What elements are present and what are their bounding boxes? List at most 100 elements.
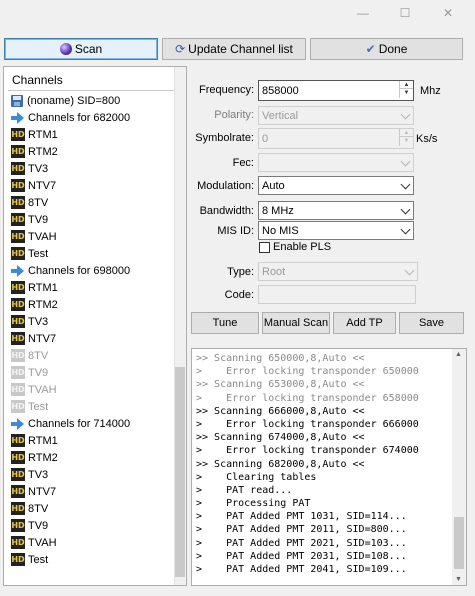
tree-item[interactable]: HD TV3 (11, 160, 172, 177)
tree-item-label: RTM2 (28, 451, 58, 464)
log-line: > Error locking transponder 666000 (196, 418, 419, 430)
scroll-down-icon[interactable]: ▼ (455, 576, 462, 583)
bandwidth-select[interactable]: 8 MHz (258, 201, 414, 220)
tree-group[interactable]: Channels for 698000 (11, 262, 172, 279)
done-button[interactable]: ✔ Done (310, 38, 463, 60)
tree-item[interactable]: HD RTM2 (11, 143, 172, 160)
tree-item-label: RTM1 (28, 128, 58, 141)
polarity-select[interactable]: Vertical (258, 106, 414, 125)
frequency-input[interactable]: 858000 ▲ ▼ (258, 80, 414, 101)
log-line: > Error locking transponder 674000 (196, 445, 419, 457)
tree-item-label: TV3 (28, 162, 49, 175)
tree-scrollbar[interactable] (174, 67, 186, 585)
add-tp-button[interactable]: Add TP (333, 312, 396, 334)
tree-item-label: TVAH (28, 383, 57, 396)
tree-item[interactable]: HD RTM2 (11, 296, 172, 313)
hd-channel-icon: HD (11, 128, 25, 141)
frequency-spinner[interactable]: ▲ ▼ (399, 81, 413, 98)
tree-item[interactable]: HD TV9 (11, 211, 172, 228)
code-input[interactable] (258, 285, 416, 304)
modulation-select[interactable]: Auto (258, 176, 414, 195)
scan-log[interactable]: >> Scanning 650000,8,Auto << > Error lock… (191, 348, 467, 586)
hd-channel-icon: HD (11, 332, 25, 345)
channel-tree[interactable]: Channels (noname) SID=800 Channels for 68… (3, 66, 187, 586)
tree-item[interactable]: HD TVAH (11, 381, 172, 398)
manual-scan-button[interactable]: Manual Scan (262, 312, 330, 334)
tree-item[interactable]: HD Test (11, 245, 172, 262)
tree-item-label: NTV7 (28, 332, 57, 345)
tree-item[interactable]: HD NTV7 (11, 483, 172, 500)
hd-channel-icon: HD (11, 145, 25, 158)
tree-item[interactable]: HD 8TV (11, 500, 172, 517)
close-button[interactable]: ✕ (428, 0, 468, 26)
symbolrate-label: Symbolrate: (195, 132, 254, 144)
hd-channel-icon: HD (11, 485, 25, 498)
tree-item[interactable]: (noname) SID=800 (11, 92, 172, 109)
tree-item-label: NTV7 (28, 179, 57, 192)
tree-item[interactable]: HD TV9 (11, 364, 172, 381)
tree-item[interactable]: HD TV3 (11, 466, 172, 483)
tree-item[interactable]: HD NTV7 (11, 177, 172, 194)
tree-item-label: TVAH (28, 536, 57, 549)
minimize-button[interactable]: — (343, 0, 383, 26)
symbolrate-unit: Ks/s (416, 133, 438, 145)
tree-group[interactable]: Channels for 682000 (11, 109, 172, 126)
log-scroll-thumb[interactable] (454, 517, 464, 569)
log-line: >> Scanning 674000,8,Auto << (196, 432, 365, 444)
tree-item-label: TV3 (28, 315, 49, 328)
hd-channel-icon: HD (11, 502, 25, 515)
tree-group[interactable]: Channels for 714000 (11, 415, 172, 432)
symbolrate-spinner[interactable]: ▲ ▼ (399, 129, 413, 146)
spin-down-icon[interactable]: ▼ (400, 137, 413, 145)
log-line: > Error locking transponder 650000 (196, 366, 419, 378)
tree-item-label: Test (28, 400, 49, 413)
tree-item[interactable]: HD TV3 (11, 313, 172, 330)
tree-item[interactable]: HD TVAH (11, 228, 172, 245)
tree-header: Channels (12, 73, 63, 87)
tree-item-label: TVAH (28, 230, 57, 243)
type-select[interactable]: Root (258, 262, 418, 281)
tree-item[interactable]: HD 8TV (11, 347, 172, 364)
spin-down-icon[interactable]: ▼ (400, 89, 413, 97)
tree-item-label: 8TV (28, 502, 49, 515)
tree-item[interactable]: HD RTM2 (11, 449, 172, 466)
log-scrollbar[interactable]: ▲ ▼ (452, 349, 466, 585)
tune-button[interactable]: Tune (191, 312, 259, 334)
tree-item-label: 8TV (28, 196, 49, 209)
bandwidth-label: Bandwidth: (199, 205, 254, 217)
hd-channel-icon: HD (11, 451, 25, 464)
spin-up-icon[interactable]: ▲ (400, 129, 413, 137)
save-button[interactable]: Save (399, 312, 464, 334)
scroll-up-icon[interactable]: ▲ (455, 351, 462, 358)
spin-up-icon[interactable]: ▲ (400, 81, 413, 89)
hd-channel-icon: HD (11, 230, 25, 243)
tree-item[interactable]: HD TV9 (11, 517, 172, 534)
misid-select[interactable]: No MIS (258, 221, 414, 240)
tree-item-label: TV9 (28, 213, 49, 226)
scan-button[interactable]: Scan (4, 38, 158, 60)
fec-select[interactable] (258, 153, 414, 172)
tree-item[interactable]: HD Test (11, 398, 172, 415)
hd-channel-icon: HD (11, 468, 25, 481)
tree-item[interactable]: HD RTM1 (11, 126, 172, 143)
tree-item-label: TV3 (28, 468, 49, 481)
maximize-button[interactable]: ☐ (385, 0, 425, 26)
tree-item[interactable]: HD RTM1 (11, 279, 172, 296)
tree-scroll-thumb[interactable] (175, 367, 185, 577)
tree-item[interactable]: HD TVAH (11, 534, 172, 551)
tree-item[interactable]: HD RTM1 (11, 432, 172, 449)
floppy-disk-icon (11, 94, 23, 107)
hd-channel-icon: HD (11, 536, 25, 549)
misid-label: MIS ID: (217, 225, 254, 237)
polarity-value: Vertical (262, 109, 299, 122)
log-line: > Processing PAT (196, 498, 311, 510)
enable-pls-checkbox[interactable] (259, 242, 270, 253)
tree-item-label: RTM2 (28, 145, 58, 158)
tree-item[interactable]: HD 8TV (11, 194, 172, 211)
chevron-down-icon (402, 226, 410, 234)
update-channel-list-button[interactable]: ⟳ Update Channel list (162, 38, 306, 60)
tree-item-label: Channels for 698000 (28, 264, 131, 277)
symbolrate-input[interactable]: 0 ▲ ▼ (258, 128, 414, 149)
tree-item[interactable]: HD Test (11, 551, 172, 568)
tree-item[interactable]: HD NTV7 (11, 330, 172, 347)
